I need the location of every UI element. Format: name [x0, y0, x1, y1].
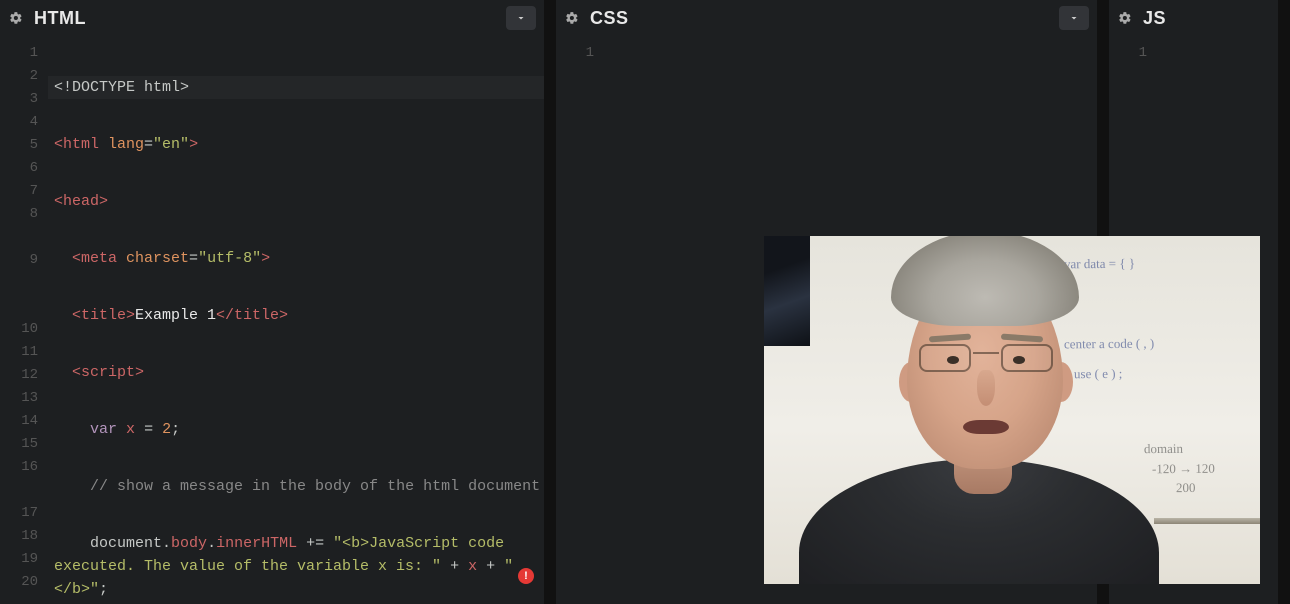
css-panel-dropdown[interactable]	[1059, 6, 1089, 30]
error-badge-icon[interactable]: !	[518, 568, 534, 584]
code-line[interactable]	[1157, 76, 1278, 99]
line-number: 1	[1109, 42, 1157, 65]
line-number: 18	[0, 525, 48, 548]
line-number: 6	[0, 157, 48, 180]
code-line[interactable]: // show a message in the body of the htm…	[48, 475, 544, 498]
html-code-area[interactable]: <!DOCTYPE html> <html lang="en"> <head> …	[48, 36, 544, 604]
line-number: 19	[0, 548, 48, 571]
line-number: 10	[0, 318, 48, 341]
line-number: 7	[0, 180, 48, 203]
gear-icon[interactable]	[8, 10, 24, 26]
gear-icon[interactable]	[564, 10, 580, 26]
code-line[interactable]: <!DOCTYPE html>	[48, 76, 544, 99]
line-number: 1	[0, 42, 48, 65]
presenter-figure	[799, 244, 1159, 584]
html-gutter: 1 2 3 4 5 6 7 8 9 10 11 12 13 14 15 16 1…	[0, 36, 48, 604]
line-number: 4	[0, 111, 48, 134]
line-number: 9	[0, 249, 48, 318]
whiteboard-text: 200	[1176, 480, 1196, 496]
html-panel-header: HTML	[0, 0, 544, 36]
html-panel-dropdown[interactable]	[506, 6, 536, 30]
line-number: 1	[556, 42, 604, 65]
line-number: 8	[0, 203, 48, 249]
whiteboard-shelf	[1154, 518, 1260, 524]
whiteboard-text: -120 → 120	[1152, 461, 1215, 478]
line-number: 2	[0, 65, 48, 88]
line-number: 20	[0, 571, 48, 594]
code-line[interactable]: <html lang="en">	[48, 133, 544, 156]
chevron-down-icon	[515, 12, 527, 24]
js-panel-title: JS	[1143, 8, 1166, 29]
line-number: 11	[0, 341, 48, 364]
code-line[interactable]: <script>	[48, 361, 544, 384]
html-editor[interactable]: 1 2 3 4 5 6 7 8 9 10 11 12 13 14 15 16 1…	[0, 36, 544, 604]
css-panel-title: CSS	[590, 8, 629, 29]
code-line[interactable]: <meta charset="utf-8">	[48, 247, 544, 270]
chevron-down-icon	[1068, 12, 1080, 24]
code-line[interactable]	[604, 76, 1097, 99]
html-panel: HTML 1 2 3 4 5 6 7 8 9 10 11 12 13 14 15…	[0, 0, 556, 604]
line-number: 16	[0, 456, 48, 502]
js-panel-header: JS	[1109, 0, 1278, 36]
code-line[interactable]: <title>Example 1</title>	[48, 304, 544, 327]
code-line[interactable]: <head>	[48, 190, 544, 213]
code-line[interactable]: document.body.innerHTML += "<b>JavaScrip…	[48, 532, 544, 601]
line-number: 14	[0, 410, 48, 433]
gear-icon[interactable]	[1117, 10, 1133, 26]
line-number: 17	[0, 502, 48, 525]
line-number: 5	[0, 134, 48, 157]
line-number: 15	[0, 433, 48, 456]
html-panel-title: HTML	[34, 8, 86, 29]
line-number: 3	[0, 88, 48, 111]
line-number: 13	[0, 387, 48, 410]
line-number: 12	[0, 364, 48, 387]
css-gutter: 1	[556, 36, 604, 604]
css-panel-header: CSS	[556, 0, 1097, 36]
code-line[interactable]: var x = 2;	[48, 418, 544, 441]
webcam-overlay: var data = { } center a code ( , ) use (…	[764, 236, 1260, 584]
